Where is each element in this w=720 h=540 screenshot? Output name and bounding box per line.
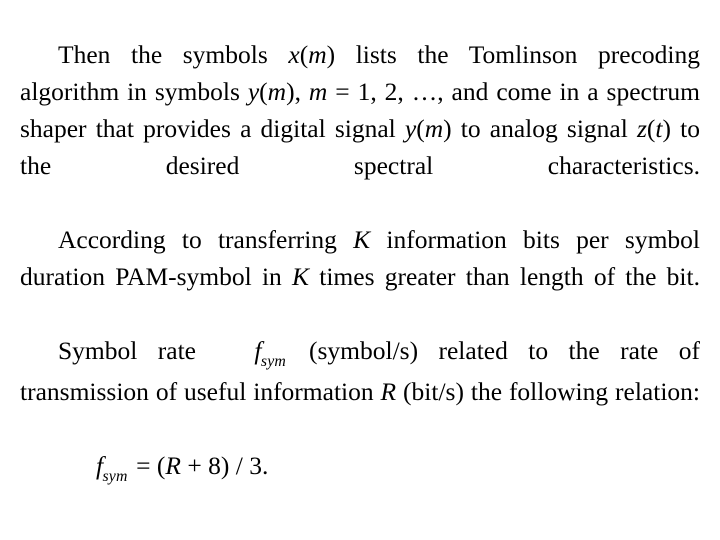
formula-constant: 8 <box>208 451 221 480</box>
paren-open: ( <box>299 40 309 69</box>
math-variable-k: K <box>353 225 371 254</box>
formula-paren-close: ) <box>220 451 230 480</box>
math-variable-r: R <box>380 377 397 406</box>
formula-symbol-rate: fsym = (R + 8) / 3. <box>20 447 700 488</box>
math-variable-t: t <box>655 114 663 143</box>
formula-divisor: 3 <box>249 451 262 480</box>
math-variable-m: m <box>308 77 328 106</box>
text-run: (bit/s) the following relation: <box>396 377 700 406</box>
text-run: ), <box>286 77 309 106</box>
math-variable-y: y <box>247 77 260 106</box>
formula-equals: = <box>136 451 151 480</box>
text-run: ) to analog signal <box>443 114 637 143</box>
math-variable-r: R <box>165 451 181 480</box>
text-run: According to transferring <box>58 225 354 254</box>
document-page: Then the symbols x(m) lists the Tomlinso… <box>0 0 720 540</box>
formula-plus: + <box>187 451 202 480</box>
paren-open: ( <box>259 77 268 106</box>
math-variable-m: m <box>267 77 287 106</box>
formula-terminator: . <box>261 451 269 480</box>
math-subscript-sym: sym <box>260 352 286 370</box>
formula-divide: / <box>235 451 243 480</box>
math-symbol-fsym: fsym <box>216 332 288 373</box>
paragraph-tomlinson: Then the symbols x(m) lists the Tomlinso… <box>20 36 700 221</box>
text-run: Symbol rate <box>58 336 217 365</box>
paragraph-symbol-rate: Symbol rate fsym (symbol/s) related to t… <box>20 332 700 447</box>
math-variable-z: z <box>636 114 647 143</box>
text-run: times greater than length of the bit. <box>309 262 700 291</box>
math-variable-k: K <box>292 262 310 291</box>
math-variable-y: y <box>404 114 417 143</box>
math-symbol-fsym: fsym <box>58 447 130 488</box>
paragraph-according: According to transferring K information … <box>20 221 700 332</box>
math-variable-m: m <box>424 114 444 143</box>
text-run: Then the symbols <box>58 40 289 69</box>
math-variable-x: x <box>288 40 300 69</box>
math-subscript-sym: sym <box>102 467 128 485</box>
paren-open: ( <box>416 114 425 143</box>
math-variable-m: m <box>308 40 327 69</box>
